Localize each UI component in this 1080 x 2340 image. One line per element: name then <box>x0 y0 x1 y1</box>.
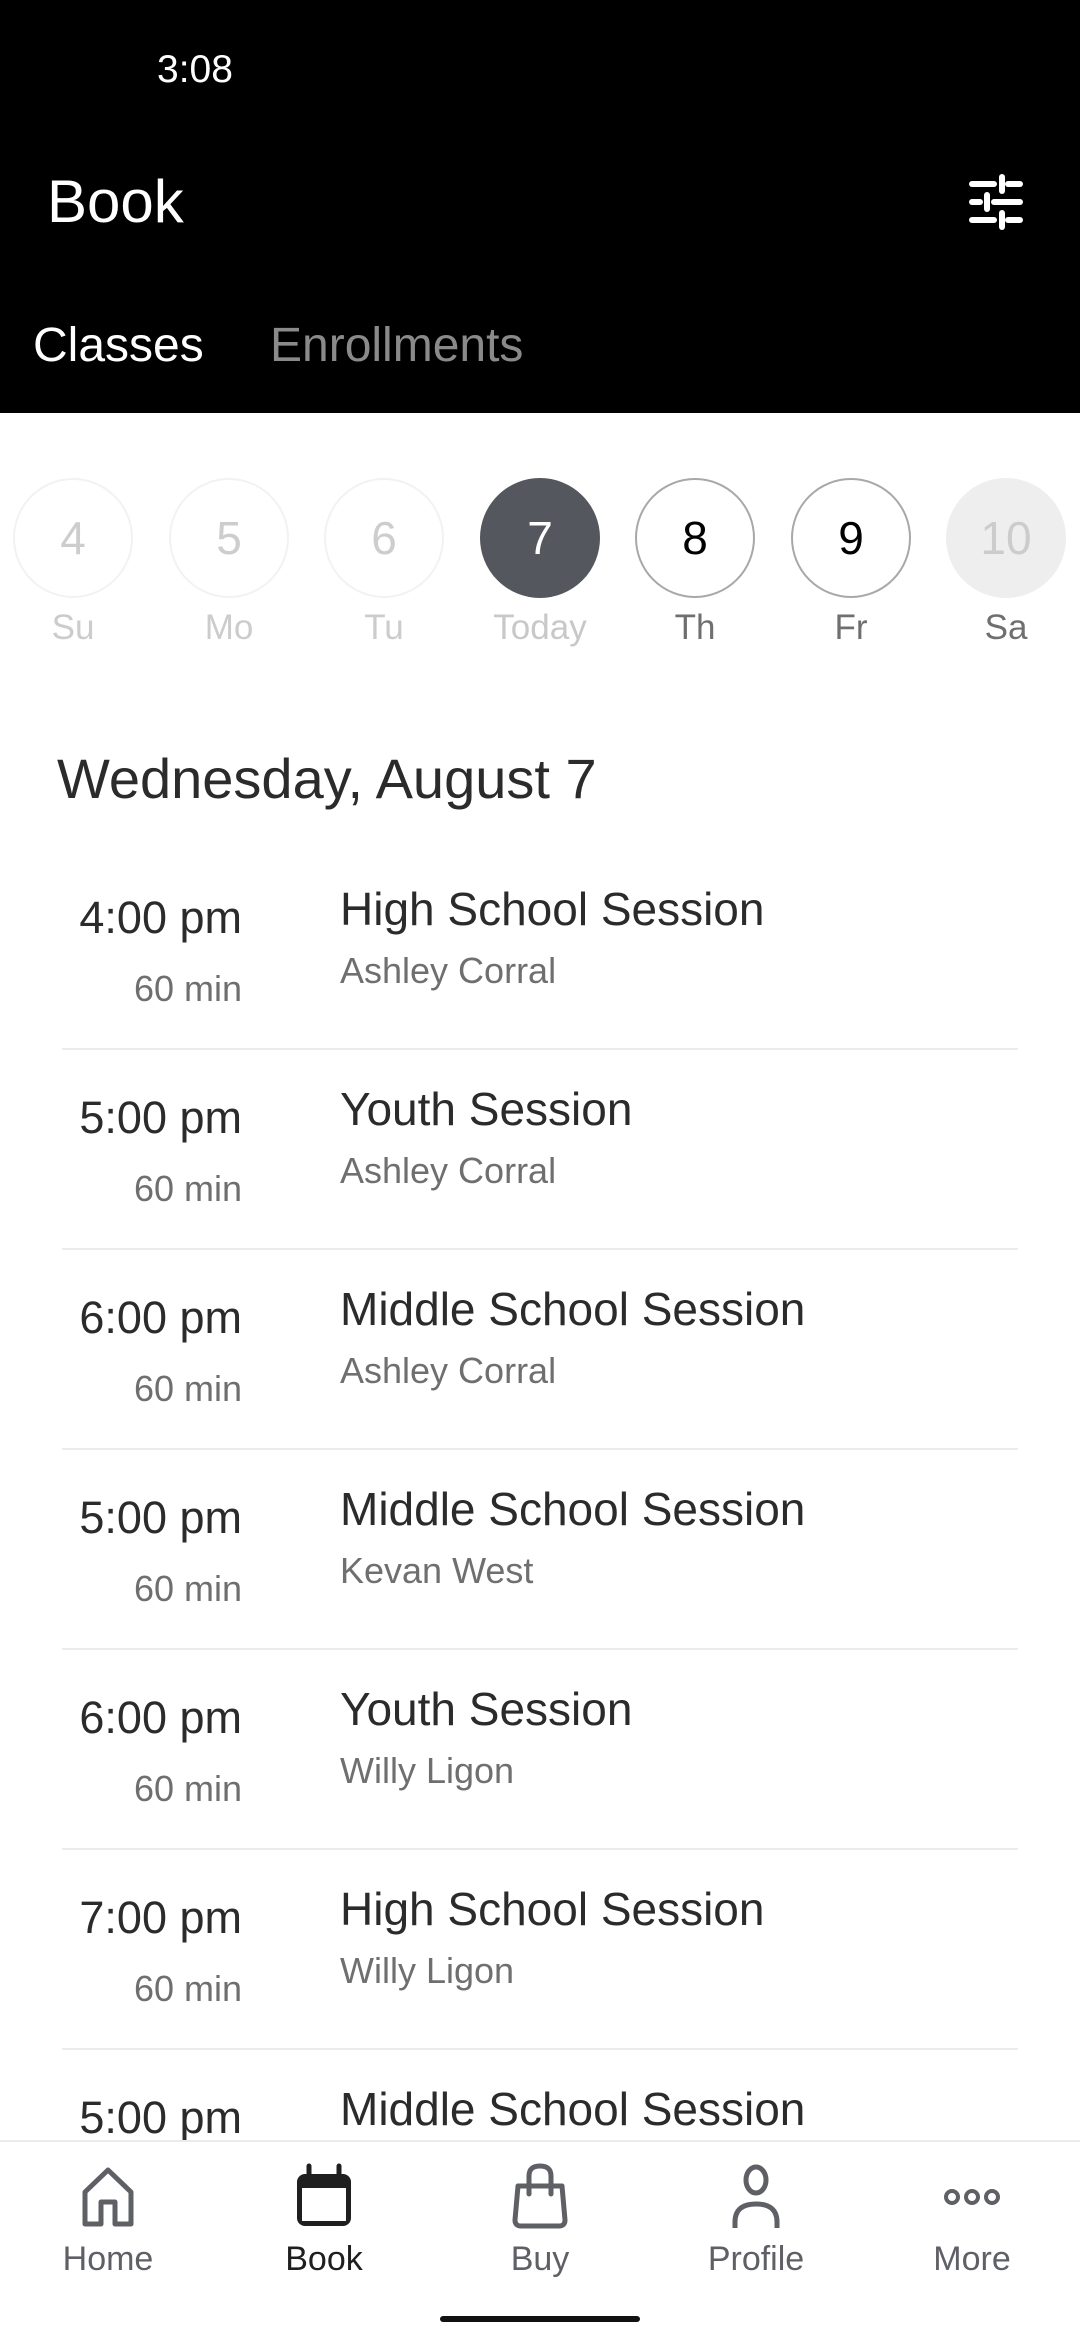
nav-home[interactable]: Home <box>0 2162 216 2279</box>
class-time: 6:00 pm <box>79 1292 242 1343</box>
class-name: Youth Session <box>340 1683 633 1735</box>
day-number: 9 <box>791 478 911 598</box>
day-4[interactable]: 4 Su <box>12 478 134 648</box>
class-instructor: Ashley Corral <box>340 950 557 991</box>
day-number: 7 <box>480 478 600 598</box>
status-bar-time: 3:08 <box>157 48 233 91</box>
class-time: 4:00 pm <box>79 892 242 943</box>
day-8[interactable]: 8 Th <box>634 478 756 648</box>
day-6[interactable]: 6 Tu <box>323 478 445 648</box>
day-label: Mo <box>204 608 254 647</box>
nav-profile[interactable]: Profile <box>648 2162 864 2279</box>
class-instructor: Willy Ligon <box>340 1950 515 1991</box>
nav-label: More <box>933 2240 1011 2278</box>
shopping-bag-icon <box>512 2163 568 2229</box>
page-title: Book <box>47 168 184 235</box>
class-duration: 60 min <box>133 1168 242 1209</box>
nav-more[interactable]: More <box>864 2162 1080 2279</box>
day-number: 10 <box>946 478 1066 598</box>
class-name: Middle School Session <box>340 1283 806 1335</box>
filter-button[interactable] <box>966 174 1026 230</box>
day-label: Fr <box>834 608 868 647</box>
class-name: Middle School Session <box>340 1483 806 1535</box>
day-label: Today <box>493 608 587 647</box>
calendar-icon <box>297 2163 351 2226</box>
class-duration: 60 min <box>133 1968 242 2009</box>
home-icon <box>82 2167 134 2227</box>
day-number: 8 <box>635 478 755 598</box>
sliders-icon <box>969 174 1023 230</box>
class-time: 6:00 pm <box>79 1692 242 1743</box>
class-name: High School Session <box>340 1883 765 1935</box>
class-row[interactable]: 5:00 pm 60 min Youth Session Ashley Corr… <box>0 1050 1080 1250</box>
date-heading: Wednesday, August 7 <box>57 747 597 810</box>
class-instructor: Willy Ligon <box>340 1750 515 1791</box>
class-name: High School Session <box>340 883 765 935</box>
day-label: Tu <box>364 608 404 647</box>
day-7-today[interactable]: 7 Today <box>479 478 601 648</box>
class-time: 5:00 pm <box>79 1492 242 1543</box>
nav-label: Home <box>62 2240 154 2278</box>
class-duration: 60 min <box>133 968 242 1009</box>
class-name: Youth Session <box>340 1083 633 1135</box>
day-number: 4 <box>13 478 133 598</box>
day-5[interactable]: 5 Mo <box>168 478 290 648</box>
class-name: Middle School Session <box>340 2083 806 2135</box>
tab-enrollments[interactable]: Enrollments <box>270 318 523 373</box>
day-label: Su <box>51 608 95 647</box>
class-row[interactable]: 6:00 pm 60 min Youth Session Willy Ligon <box>0 1650 1080 1850</box>
class-row[interactable]: 7:00 pm 60 min High School Session Willy… <box>0 1850 1080 2050</box>
date-strip: 4 Su 5 Mo 6 Tu 7 Today 8 Th 9 Fr 10 Sa <box>0 478 1080 658</box>
day-9[interactable]: 9 Fr <box>790 478 912 648</box>
nav-book[interactable]: Book <box>216 2162 432 2279</box>
class-duration: 60 min <box>133 1368 242 1409</box>
day-label: Sa <box>984 608 1028 647</box>
class-time: 5:00 pm <box>79 2092 242 2143</box>
class-instructor: Ashley Corral <box>340 1150 557 1191</box>
home-indicator[interactable] <box>440 2316 640 2322</box>
nav-buy[interactable]: Buy <box>432 2162 648 2279</box>
class-instructor: Ashley Corral <box>340 1350 557 1391</box>
class-row[interactable]: 4:00 pm 60 min High School Session Ashle… <box>0 850 1080 1050</box>
person-icon <box>732 2164 780 2228</box>
day-10[interactable]: 10 Sa <box>945 478 1067 648</box>
more-dots-icon <box>944 2189 1000 2205</box>
day-label: Th <box>674 608 716 647</box>
bottom-nav: Home Book Buy Profile More <box>0 2140 1080 2340</box>
tab-classes[interactable]: Classes <box>33 318 204 373</box>
class-row[interactable]: 6:00 pm 60 min Middle School Session Ash… <box>0 1250 1080 1450</box>
nav-label: Book <box>285 2240 363 2278</box>
class-instructor: Kevan West <box>340 1550 534 1591</box>
class-duration: 60 min <box>133 1568 242 1609</box>
day-number: 6 <box>324 478 444 598</box>
class-time: 7:00 pm <box>79 1892 242 1943</box>
class-duration: 60 min <box>133 1768 242 1809</box>
app-header: 3:08 Book Classes Enrollments <box>0 0 1080 413</box>
class-time: 5:00 pm <box>79 1092 242 1143</box>
class-row[interactable]: 5:00 pm 60 min Middle School Session Kev… <box>0 1450 1080 1650</box>
day-number: 5 <box>169 478 289 598</box>
nav-label: Buy <box>510 2240 570 2278</box>
nav-label: Profile <box>707 2240 805 2278</box>
